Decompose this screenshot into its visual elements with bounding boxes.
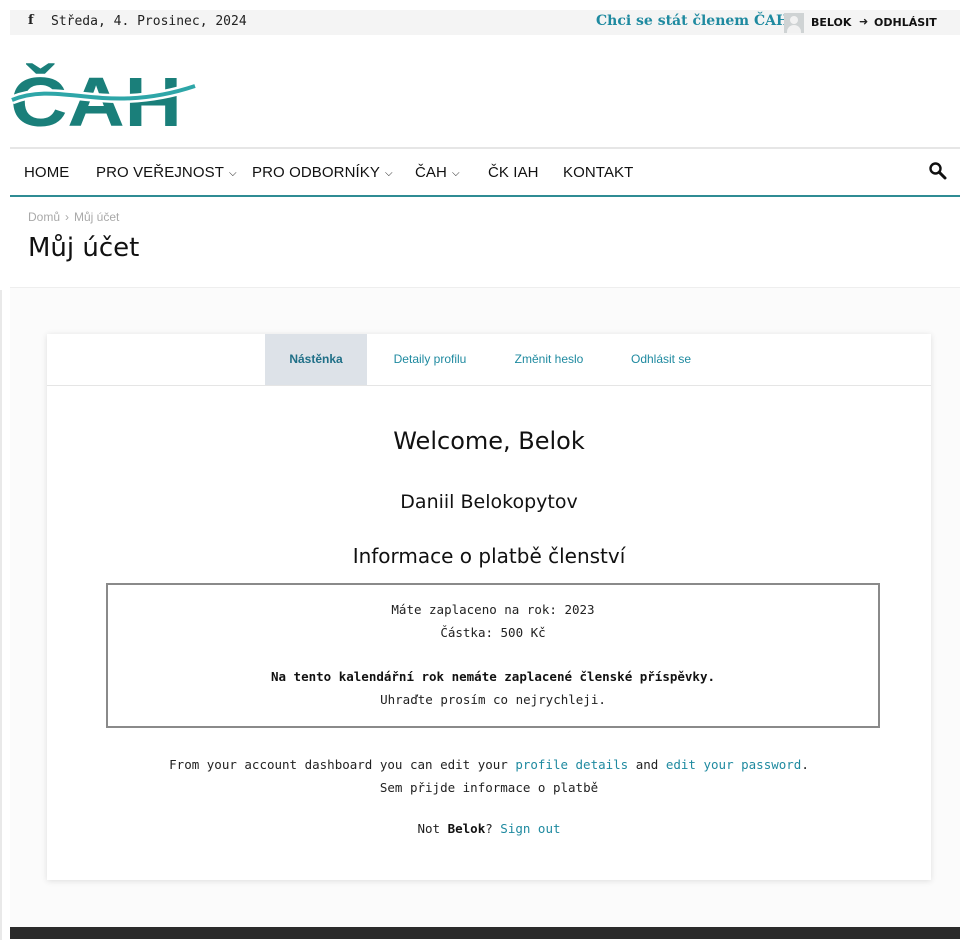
site-logo[interactable]: ČAH: [10, 42, 200, 141]
payment-request: Uhraďte prosím co nejrychleji.: [380, 692, 606, 707]
chevron-down-icon: ⌵: [229, 168, 237, 179]
page-edge: [0, 290, 2, 940]
welcome-heading: Welcome, Belok: [393, 427, 585, 455]
payment-note: Sem přijde informace o platbě: [379, 780, 599, 795]
paid-year: Máte zaplaceno na rok: 2023: [391, 602, 595, 617]
payment-info-box: Máte zaplaceno na rok: 2023 Částka: 500 …: [106, 583, 880, 728]
edit-password-link[interactable]: edit your password: [666, 757, 801, 772]
become-member-link[interactable]: Chci se stát členem ČAH: [596, 13, 789, 29]
main-menu: HOME PRO VEŘEJNOST ⌵ PRO ODBORNÍKY ⌵ ČAH ⌵ …: [10, 147, 960, 197]
username-link[interactable]: BELOK: [811, 16, 851, 29]
breadcrumb-separator: ›: [65, 210, 70, 224]
menu-item-kontakt[interactable]: KONTAKT: [563, 164, 633, 181]
avatar[interactable]: [784, 13, 804, 33]
tab-profile-details[interactable]: Detaily profilu: [377, 334, 483, 385]
logout-link[interactable]: ODHLÁSIT: [874, 16, 937, 29]
user-full-name: Daniil Belokopytov: [400, 491, 578, 513]
account-card: Nástěnka Detaily profilu Změnit heslo Od…: [47, 334, 931, 880]
search-icon[interactable]: [928, 161, 948, 181]
dashboard-text-before: From your account dashboard you can edit…: [169, 757, 516, 772]
menu-item-ck-iah[interactable]: ČK IAH: [488, 164, 539, 181]
payment-warning: Na tento kalendářní rok nemáte zaplacené…: [270, 669, 715, 684]
chevron-down-icon: ⌵: [385, 168, 393, 179]
current-date: Středa, 4. Prosinec, 2024: [51, 14, 247, 29]
menu-item-cah[interactable]: ČAH ⌵: [415, 164, 460, 181]
logout-icon[interactable]: ➜: [859, 15, 868, 28]
breadcrumb: Domů › Můj účet: [28, 210, 119, 224]
dashboard-text: From your account dashboard you can edit…: [47, 753, 931, 799]
account-tabs: Nástěnka Detaily profilu Změnit heslo Od…: [47, 334, 931, 386]
top-bar: f Středa, 4. Prosinec, 2024 Chci se stát…: [10, 10, 960, 35]
tab-logout[interactable]: Odhlásit se: [617, 334, 705, 385]
menu-item-home[interactable]: HOME: [24, 164, 69, 181]
menu-item-pro-odborniky[interactable]: PRO ODBORNÍKY ⌵: [252, 164, 393, 181]
dashboard-text-end: .: [801, 757, 809, 772]
chevron-down-icon: ⌵: [451, 168, 460, 179]
not-user-suffix: ?: [485, 821, 501, 836]
sign-out-link[interactable]: Sign out: [500, 821, 560, 836]
not-user-name: Belok: [447, 821, 486, 836]
page-title: Můj účet: [28, 233, 140, 263]
dashboard-text-and: and: [628, 757, 666, 772]
tab-change-password[interactable]: Změnit heslo: [499, 334, 599, 385]
profile-details-link[interactable]: profile details: [515, 757, 628, 772]
breadcrumb-current: Můj účet: [74, 210, 120, 224]
footer-bar: [10, 927, 960, 939]
not-user-prefix: Not: [417, 821, 448, 836]
breadcrumb-home[interactable]: Domů: [28, 210, 60, 224]
payment-heading: Informace o platbě členství: [352, 544, 626, 568]
tab-dashboard[interactable]: Nástěnka: [265, 334, 367, 385]
menu-item-pro-verejnost[interactable]: PRO VEŘEJNOST ⌵: [96, 164, 237, 181]
not-user-line: Not Belok? Sign out: [47, 821, 931, 836]
facebook-icon[interactable]: f: [28, 13, 34, 28]
paid-amount: Částka: 500 Kč: [440, 625, 546, 640]
